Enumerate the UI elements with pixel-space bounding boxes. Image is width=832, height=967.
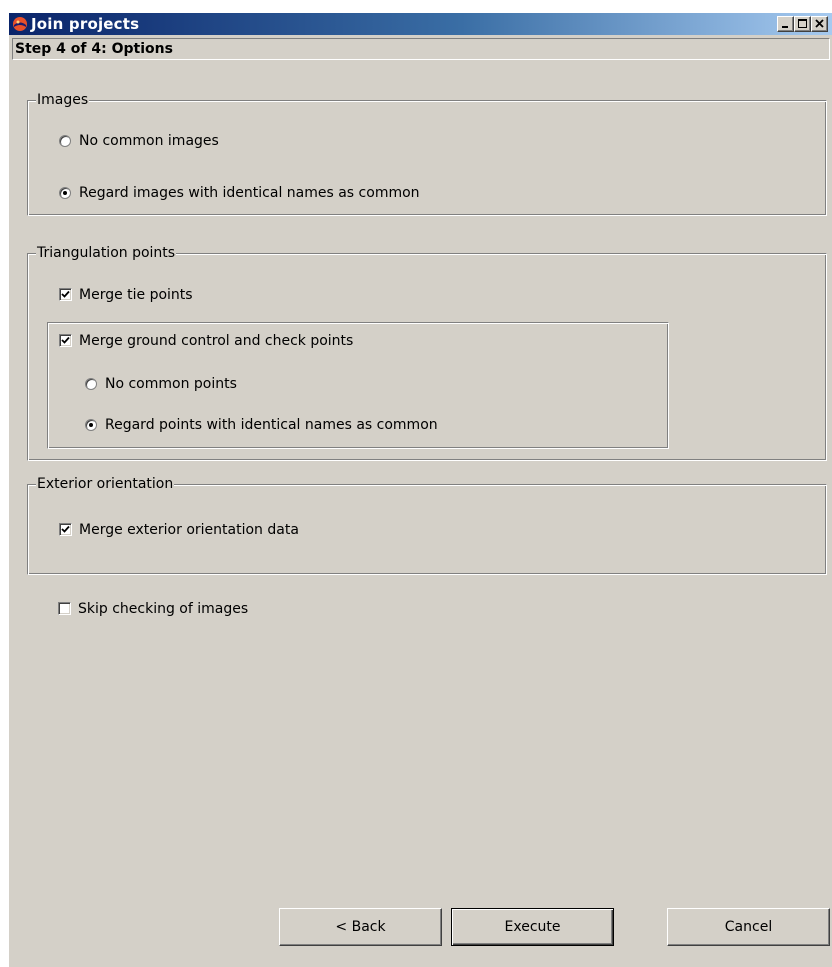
check-mark-icon bbox=[61, 336, 70, 344]
radio-button[interactable] bbox=[85, 419, 97, 431]
radio-label: No common points bbox=[105, 376, 237, 392]
back-button[interactable]: < Back bbox=[279, 908, 442, 946]
radio-label: No common images bbox=[79, 133, 219, 149]
close-icon bbox=[815, 19, 824, 28]
maximize-button[interactable] bbox=[794, 16, 811, 32]
checkbox[interactable] bbox=[59, 523, 72, 536]
checkbox[interactable] bbox=[58, 602, 71, 615]
checkbox-label: Merge ground control and check points bbox=[79, 333, 354, 349]
radio-label: Regard points with identical names as co… bbox=[105, 417, 438, 433]
execute-button[interactable]: Execute bbox=[451, 908, 614, 946]
radio-button[interactable] bbox=[59, 187, 71, 199]
step-header: Step 4 of 4: Options bbox=[12, 38, 830, 60]
minimize-icon bbox=[782, 26, 788, 28]
checkbox-label: Merge exterior orientation data bbox=[79, 522, 299, 538]
triangulation-group-legend: Triangulation points bbox=[36, 244, 177, 262]
checkbox-label: Skip checking of images bbox=[78, 601, 249, 617]
radio-button[interactable] bbox=[59, 135, 71, 147]
radio-button[interactable] bbox=[85, 378, 97, 390]
check-mark-icon bbox=[61, 525, 70, 533]
images-group-legend: Images bbox=[36, 91, 90, 109]
gcp-subgroupbox: Merge ground control and check points No… bbox=[47, 322, 669, 449]
exterior-orientation-groupbox: Exterior orientation Merge exterior orie… bbox=[27, 475, 827, 575]
check-mark-icon bbox=[61, 290, 70, 298]
radio-label: Regard images with identical names as co… bbox=[79, 185, 420, 201]
window-title: Join projects bbox=[31, 15, 140, 33]
checkbox-label: Merge tie points bbox=[79, 287, 193, 303]
close-button[interactable] bbox=[811, 16, 828, 32]
app-icon bbox=[13, 17, 27, 31]
exterior-group-legend: Exterior orientation bbox=[36, 475, 175, 493]
maximize-icon bbox=[798, 19, 807, 28]
join-projects-dialog: Join projects Step 4 of 4: Options Image… bbox=[9, 13, 832, 967]
checkbox[interactable] bbox=[59, 334, 72, 347]
title-bar[interactable]: Join projects bbox=[9, 13, 832, 35]
images-groupbox: Images No common images Regard images wi… bbox=[27, 91, 827, 216]
checkbox[interactable] bbox=[59, 288, 72, 301]
cancel-button[interactable]: Cancel bbox=[667, 908, 830, 946]
minimize-button[interactable] bbox=[777, 16, 794, 32]
triangulation-groupbox: Triangulation points Merge tie points Me… bbox=[27, 244, 827, 461]
